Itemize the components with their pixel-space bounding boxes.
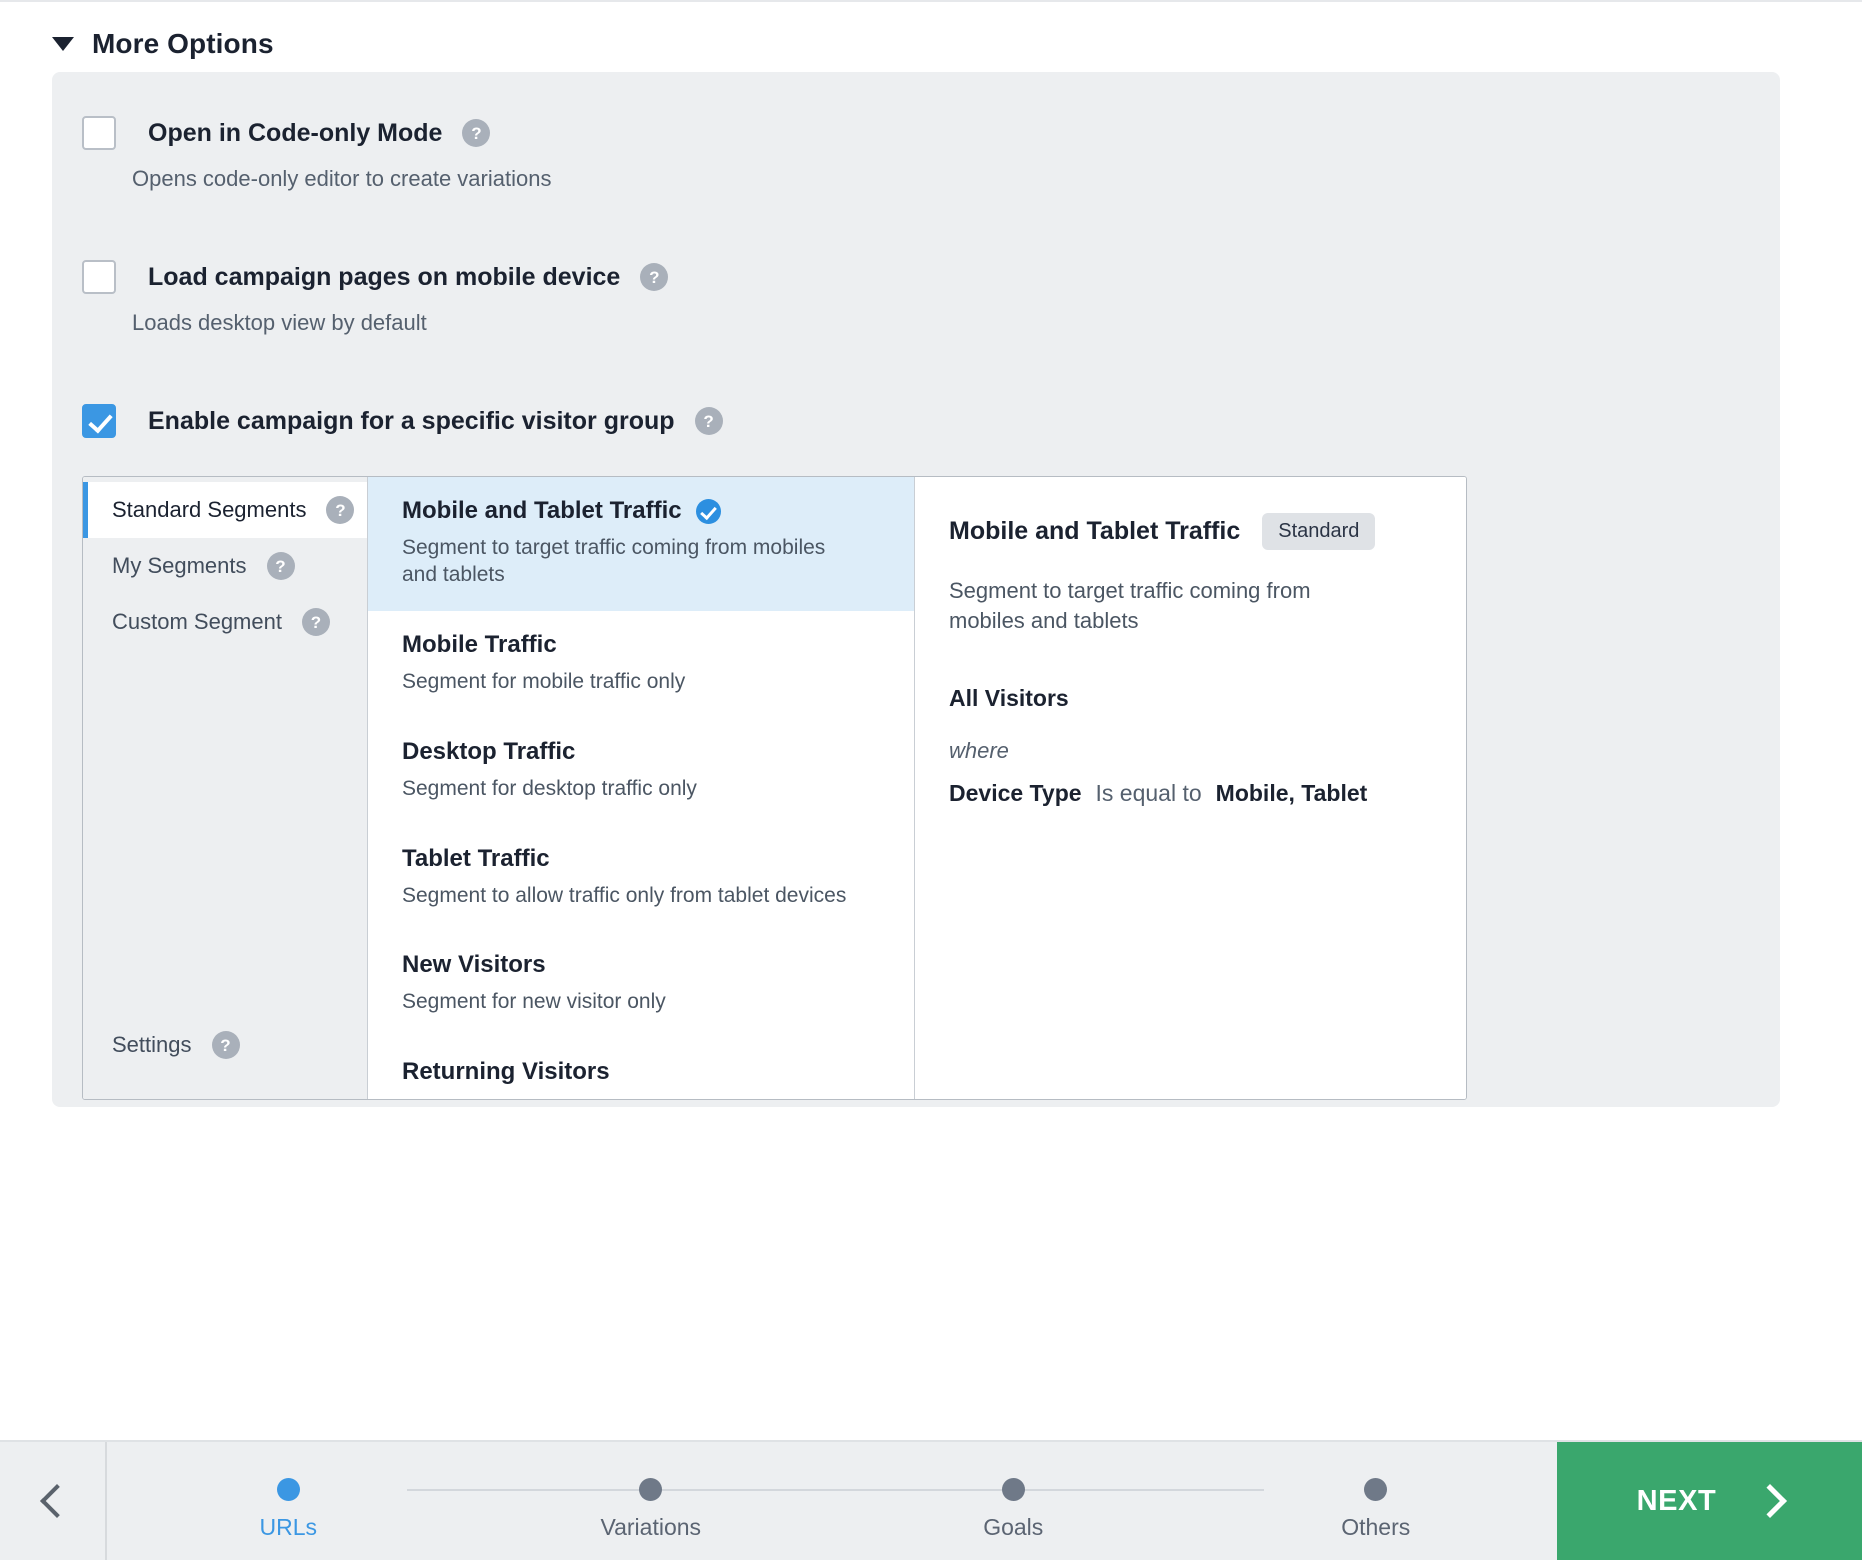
tab-standard-segments[interactable]: Standard Segments ? (83, 482, 367, 538)
wizard-footer: URLs Variations Goals Others NEXT (0, 1440, 1862, 1560)
tab-label: Standard Segments (112, 497, 307, 522)
option-header: Load campaign pages on mobile device ? (82, 260, 669, 294)
option-description: Opens code-only editor to create variati… (132, 166, 552, 191)
segment-name-row: Tablet Traffic (402, 845, 880, 873)
option-label: Load campaign pages on mobile device (148, 262, 621, 291)
next-button-label: NEXT (1636, 1484, 1717, 1517)
segment-detail-header: Mobile and Tablet Traffic Standard (949, 513, 1426, 550)
step-dot (1001, 1478, 1025, 1501)
segment-list: Mobile and Tablet Traffic Segment to tar… (368, 477, 915, 1099)
wizard-stepper: URLs Variations Goals Others (107, 1442, 1557, 1560)
back-button[interactable] (0, 1442, 107, 1560)
segment-name-row: Mobile and Tablet Traffic (402, 497, 880, 525)
option-header: Open in Code-only Mode ? (82, 116, 551, 150)
chevron-left-icon (39, 1484, 74, 1518)
help-icon[interactable]: ? (211, 1031, 240, 1059)
tab-custom-segment[interactable]: Custom Segment ? (83, 594, 367, 650)
top-divider (0, 0, 1862, 2)
chevron-right-icon (1753, 1484, 1788, 1518)
status-badge: Standard (1262, 513, 1376, 550)
segment-detail-title: Mobile and Tablet Traffic (949, 517, 1241, 545)
checkbox-load-mobile-pages[interactable] (82, 260, 116, 294)
help-icon[interactable]: ? (640, 263, 669, 291)
list-item[interactable]: Returning Visitors Segment for returning… (368, 1038, 914, 1099)
segment-description: Segment for new visitor only (402, 990, 666, 1014)
segment-detail-description: Segment to target traffic coming from mo… (949, 578, 1311, 634)
list-item[interactable]: New Visitors Segment for new visitor onl… (368, 931, 914, 1038)
help-icon[interactable]: ? (694, 407, 723, 435)
segment-name-row: Mobile Traffic (402, 631, 880, 659)
segment-name: Mobile and Tablet Traffic (402, 497, 682, 524)
stepper-items: URLs Variations Goals Others (107, 1442, 1557, 1560)
option-enable-visitor-group: Enable campaign for a specific visitor g… (82, 404, 723, 438)
segment-name: Desktop Traffic (402, 737, 576, 765)
list-item[interactable]: Desktop Traffic Segment for desktop traf… (368, 718, 914, 825)
segment-name: Mobile Traffic (402, 630, 557, 658)
list-item[interactable]: Mobile Traffic Segment for mobile traffi… (368, 611, 914, 718)
option-header: Enable campaign for a specific visitor g… (82, 404, 723, 438)
step-label: Variations (600, 1514, 702, 1540)
segment-description: Segment for mobile traffic only (402, 669, 686, 693)
segment-name: New Visitors (402, 951, 546, 979)
help-icon[interactable]: ? (462, 119, 491, 147)
segment-detail-panel: Mobile and Tablet Traffic Standard Segme… (915, 477, 1466, 1099)
condition-value: Mobile, Tablet (1215, 779, 1368, 806)
checkbox-enable-visitor-group[interactable] (82, 404, 116, 438)
step-urls[interactable]: URLs (107, 1442, 470, 1560)
step-variations[interactable]: Variations (470, 1442, 833, 1560)
more-options-header[interactable]: More Options (52, 28, 274, 60)
step-dot (1364, 1478, 1388, 1501)
step-label: Others (1341, 1514, 1411, 1540)
tab-label: Settings (112, 1032, 192, 1057)
step-label: Goals (983, 1514, 1044, 1540)
segment-description: Segment for desktop traffic only (402, 776, 697, 800)
check-circle-icon (695, 498, 721, 524)
segment-selector: Standard Segments ? My Segments ? Custom… (82, 476, 1467, 1100)
segment-name-row: New Visitors (402, 951, 880, 979)
option-code-only-mode: Open in Code-only Mode ? Opens code-only… (82, 116, 551, 192)
where-label: where (949, 737, 1009, 763)
segment-name-row: Returning Visitors (402, 1058, 880, 1086)
more-options-panel: Open in Code-only Mode ? Opens code-only… (52, 72, 1780, 1107)
option-description: Loads desktop view by default (132, 310, 427, 335)
step-label: URLs (259, 1514, 317, 1540)
step-dot (639, 1478, 663, 1501)
caret-down-icon[interactable] (52, 37, 74, 51)
segment-description: Segment to allow traffic only from table… (402, 883, 847, 907)
option-load-mobile-pages: Load campaign pages on mobile device ? L… (82, 260, 669, 336)
segment-tabs: Standard Segments ? My Segments ? Custom… (83, 477, 368, 1099)
list-item[interactable]: Mobile and Tablet Traffic Segment to tar… (368, 477, 914, 611)
help-icon[interactable]: ? (326, 496, 355, 524)
option-label: Open in Code-only Mode (148, 118, 443, 147)
segment-name-row: Desktop Traffic (402, 738, 880, 766)
condition-operator: Is equal to (1095, 779, 1202, 806)
help-icon[interactable]: ? (266, 552, 295, 580)
checkbox-code-only-mode[interactable] (82, 116, 116, 150)
step-dot (276, 1478, 300, 1501)
tab-settings[interactable]: Settings ? (83, 1017, 367, 1073)
segment-description: Segment to target traffic coming from mo… (402, 536, 826, 586)
step-others[interactable]: Others (1195, 1442, 1558, 1560)
segment-description: Segment for returning visitors only (402, 1096, 854, 1099)
next-button[interactable]: NEXT (1557, 1442, 1862, 1560)
option-label: Enable campaign for a specific visitor g… (148, 406, 675, 435)
segment-condition: Device Type Is equal to Mobile, Tablet (949, 780, 1426, 807)
segment-name: Returning Visitors (402, 1058, 610, 1086)
tab-label: Custom Segment (112, 609, 282, 634)
condition-attribute: Device Type (949, 779, 1082, 806)
tab-label: My Segments (112, 553, 247, 578)
segment-audience: All Visitors (949, 684, 1069, 711)
tab-my-segments[interactable]: My Segments ? (83, 538, 367, 594)
page-title: More Options (92, 28, 274, 59)
list-item[interactable]: Tablet Traffic Segment to allow traffic … (368, 825, 914, 932)
help-icon[interactable]: ? (301, 608, 330, 636)
step-goals[interactable]: Goals (832, 1442, 1195, 1560)
segment-name: Tablet Traffic (402, 844, 550, 872)
